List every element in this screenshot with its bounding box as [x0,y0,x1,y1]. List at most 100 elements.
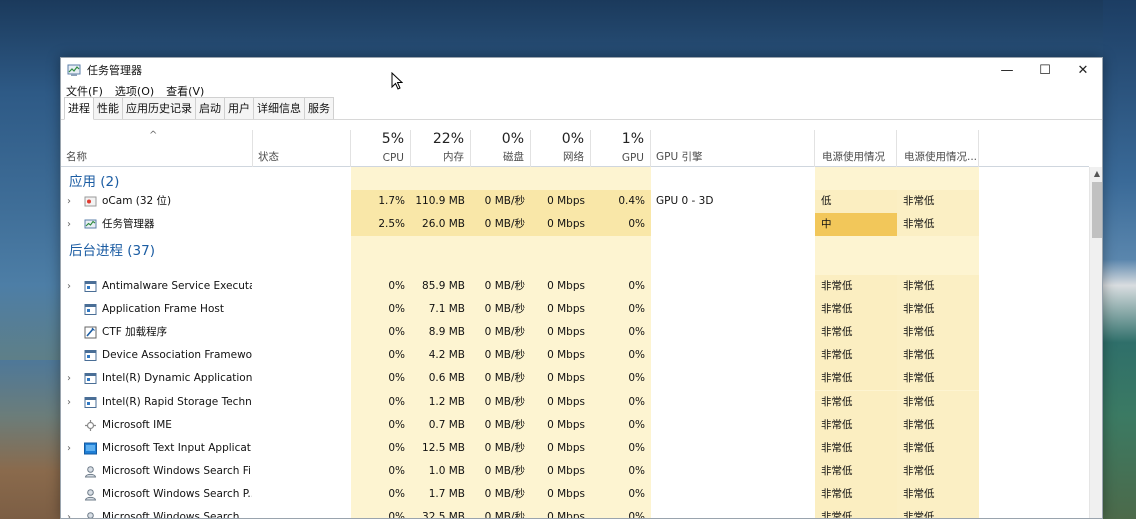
sort-up-icon: ^ [149,130,158,141]
header-power-usage[interactable]: 电源使用情况 [815,130,897,167]
search-user-icon [87,512,94,518]
desktop-background-right [1103,0,1136,519]
header-cpu[interactable]: 5% CPU [351,130,411,167]
tab-startup[interactable]: 启动 [195,97,225,119]
disk-value: 0 MB/秒 [484,395,525,408]
task-manager-icon [67,64,81,76]
power-trend-value: 非常低 [897,275,979,298]
disk-value: 0 MB/秒 [484,349,525,362]
service-icon [84,373,97,385]
scroll-up-icon[interactable]: ▲ [1090,167,1102,181]
expand-chevron-icon[interactable]: › [67,190,71,213]
vertical-scrollbar[interactable]: ▲ [1089,167,1102,518]
table-row[interactable]: › Microsoft Windows Search ... 0% 32.5 MB 0 … [61,506,1089,519]
tab-app-history[interactable]: 应用历史记录 [122,97,196,119]
taskmgr-icon [84,219,97,229]
gpu-engine-value [651,213,815,236]
expand-chevron-icon[interactable]: › [67,437,71,460]
memory-value: 85.9 MB [422,280,465,292]
cpu-value: 0% [388,349,405,362]
cpu-value: 0% [388,511,405,519]
network-value: 0 Mbps [547,280,585,292]
gpu-value: 0% [628,349,645,362]
power-trend-value: 非常低 [897,506,979,518]
gpu-value: 0% [628,372,645,385]
power-trend-value: 非常低 [897,190,979,213]
header-power-trend[interactable]: 电源使用情况... [897,130,979,167]
network-value: 0 Mbps [547,464,585,477]
window-controls: — ☐ ✕ [988,58,1102,82]
service-icon [84,350,97,362]
network-value: 0 Mbps [547,487,585,500]
power-trend-value: 非常低 [897,482,979,506]
power-trend-value: 非常低 [897,298,979,322]
table-row[interactable]: › 任务管理器 2.5% 26.0 MB 0 MB/秒 0 Mbps 0% 中非常低 [61,213,1089,236]
tab-details[interactable]: 详细信息 [253,97,305,119]
disk-value: 0 MB/秒 [471,213,531,236]
process-name: Microsoft Text Input Applicat... [102,441,252,454]
table-row[interactable]: Microsoft Windows Search Fi... 0% 1.0 MB 0 … [61,459,1089,483]
memory-value: 0.6 MB [428,372,465,385]
disk-value: 0 MB/秒 [471,190,531,213]
header-disk[interactable]: 0% 磁盘 [471,130,531,167]
power-usage-value: 低 [815,190,897,213]
cpu-value: 0% [388,280,405,292]
tab-processes[interactable]: 进程 [64,97,94,120]
scroll-thumb[interactable] [1092,182,1102,238]
table-row[interactable]: Microsoft Windows Search P... 0% 1.7 MB 0 M… [61,482,1089,506]
title-bar[interactable]: 任务管理器 — ☐ ✕ [61,58,1102,82]
header-memory[interactable]: 22% 内存 [411,130,471,167]
table-row[interactable]: › Intel(R) Dynamic Application ... 0% 0.6 M… [61,367,1089,391]
expand-chevron-icon[interactable]: › [67,391,71,414]
table-row[interactable]: Microsoft IME 0% 0.7 MB 0 MB/秒 0 Mbps 0% 非常低 非常… [61,413,1089,437]
close-icon: ✕ [1077,62,1089,78]
minimize-button[interactable]: — [988,58,1026,82]
header-gpu-engine[interactable]: GPU 引擎 [651,130,815,167]
process-name: oCam (32 位) [102,195,172,207]
tab-bar: 进程 性能 应用历史记录 启动 用户 详细信息 服务 [61,97,1102,120]
process-name: Microsoft IME [102,418,172,431]
app-frame-icon [84,304,97,316]
tab-performance[interactable]: 性能 [93,97,123,119]
expand-chevron-icon[interactable]: › [67,367,71,390]
power-trend-value: 非常低 [897,213,979,236]
cpu-value: 0% [388,303,405,316]
table-row[interactable]: › Microsoft Text Input Applicat... 0% 12.5 … [61,436,1089,460]
memory-value: 1.0 MB [428,464,465,477]
table-row[interactable]: Device Association Framewo... 0% 4.2 MB 0 M… [61,344,1089,368]
close-button[interactable]: ✕ [1064,58,1102,82]
table-row[interactable]: › Intel(R) Rapid Storage Techn... 0% 1.2 MB… [61,390,1089,414]
header-gpu[interactable]: 1% GPU [591,130,651,167]
network-value: 0 Mbps [547,326,585,339]
power-trend-value: 非常低 [897,390,979,414]
header-name[interactable]: ^ 名称 [61,130,253,167]
table-row[interactable]: CTF 加载程序 0% 8.9 MB 0 MB/秒 0 Mbps 0% 非常低 非常低 [61,321,1089,345]
expand-chevron-icon[interactable]: › [67,213,71,236]
expand-chevron-icon[interactable]: › [67,275,71,298]
power-usage-value: 非常低 [815,413,897,437]
network-value: 0 Mbps [547,303,585,316]
text-input-icon [84,442,97,455]
gpu-value: 0% [628,326,645,339]
header-network[interactable]: 0% 网络 [531,130,591,167]
cpu-value: 0% [388,487,405,500]
gpu-value: 0% [628,511,645,519]
maximize-button[interactable]: ☐ [1026,58,1064,82]
disk-value: 0 MB/秒 [484,372,525,385]
expand-chevron-icon[interactable]: › [67,506,71,518]
table-row[interactable]: Application Frame Host 0% 7.1 MB 0 MB/秒 0 Mb… [61,298,1089,322]
memory-value: 4.2 MB [428,349,465,362]
network-value: 0 Mbps [547,511,585,519]
tab-services[interactable]: 服务 [304,97,334,119]
header-status[interactable]: 状态 [253,130,351,167]
group-header-background[interactable]: 后台进程 (37) [61,236,1089,259]
disk-value: 0 MB/秒 [484,464,525,477]
tab-users[interactable]: 用户 [224,97,254,119]
memory-value: 26.0 MB [411,213,471,236]
gpu-value: 0% [628,303,645,316]
table-row[interactable]: › Antimalware Service Executa... 0% 85.9 MB… [61,275,1089,298]
table-row[interactable]: › oCam (32 位) 1.7% 110.9 MB 0 MB/秒 0 Mbps 0.4%… [61,190,1089,213]
group-header-apps[interactable]: 应用 (2) [61,167,1089,190]
memory-value: 110.9 MB [411,190,471,213]
network-value: 0 Mbps [547,372,585,385]
